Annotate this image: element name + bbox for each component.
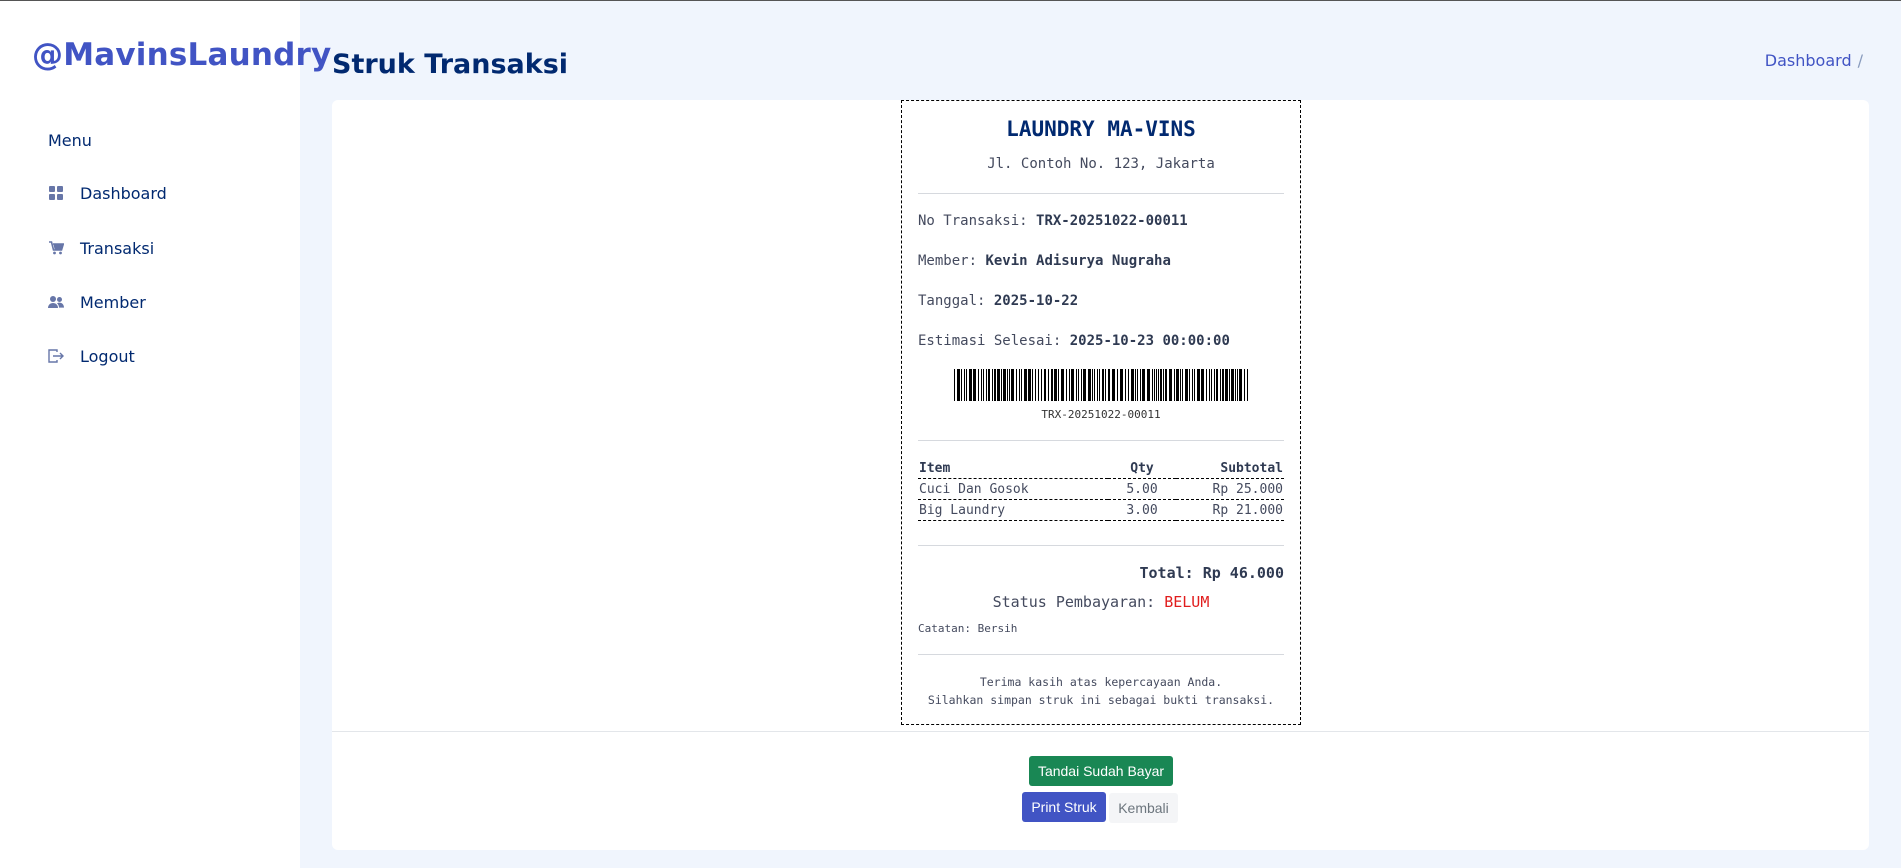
cell-item: Big Laundry (918, 499, 1108, 521)
grid-icon (48, 185, 64, 201)
sidebar-item-label: Member (80, 292, 146, 312)
brand-logo[interactable]: @MavinsLaundry (32, 37, 331, 73)
payment-status: Status Pembayaran: BELUM (902, 593, 1300, 611)
date-label: Tanggal: (918, 293, 986, 309)
column-header-item: Item (918, 459, 1108, 479)
breadcrumb-dashboard-link[interactable]: Dashboard (1765, 51, 1852, 70)
transaction-number: No Transaksi: TRX-20251022-00011 (918, 213, 1188, 229)
cell-subtotal: Rp 25.000 (1176, 478, 1284, 500)
sidebar-item-label: Transaksi (80, 238, 155, 258)
receipt-title: LAUNDRY MA-VINS (1006, 117, 1196, 141)
items-table: Item Qty Subtotal Cuci Dan Gosok 5.00 Rp… (918, 459, 1284, 521)
page-title: Struk Transaksi (332, 49, 569, 80)
table-row: Big Laundry 3.00 Rp 21.000 (918, 499, 1284, 521)
cell-qty: 5.00 (1108, 478, 1176, 500)
member-label: Member: (918, 253, 978, 269)
date: Tanggal: 2025-10-22 (918, 293, 1078, 309)
sidebar-item-transaksi[interactable]: Transaksi (48, 236, 154, 260)
column-header-qty: Qty (1108, 459, 1176, 479)
breadcrumb: Dashboard / (1765, 51, 1863, 70)
cell-subtotal: Rp 21.000 (1176, 499, 1284, 521)
receipt-address: Jl. Contoh No. 123, Jakarta (987, 156, 1215, 172)
menu-heading: Menu (48, 131, 92, 150)
back-button[interactable]: Kembali (1109, 793, 1178, 823)
logout-icon (48, 348, 64, 364)
thank-you-message: Terima kasih atas kepercayaan Anda. Sila… (902, 673, 1300, 709)
divider (918, 545, 1284, 546)
transaction-number-value: TRX-20251022-00011 (1036, 213, 1188, 229)
card-footer-divider (332, 731, 1869, 732)
sidebar-item-label: Dashboard (80, 183, 167, 203)
receipt: LAUNDRY MA-VINS Jl. Contoh No. 123, Jaka… (901, 100, 1301, 725)
divider (918, 193, 1284, 194)
people-icon (48, 294, 64, 310)
payment-status-badge: BELUM (1164, 593, 1210, 611)
receipt-card: LAUNDRY MA-VINS Jl. Contoh No. 123, Jaka… (332, 100, 1869, 850)
estimated-completion-value: 2025-10-23 00:00:00 (1069, 333, 1230, 349)
cell-qty: 3.00 (1108, 499, 1176, 521)
thank-you-line-2: Silahkan simpan struk ini sebagai bukti … (927, 693, 1275, 707)
sidebar-item-member[interactable]: Member (48, 290, 146, 314)
total: Total: Rp 46.000 (1139, 564, 1285, 582)
cell-item: Cuci Dan Gosok (918, 478, 1108, 500)
table-row: Cuci Dan Gosok 5.00 Rp 25.000 (918, 478, 1284, 500)
breadcrumb-separator: / (1857, 51, 1863, 70)
sidebar-item-dashboard[interactable]: Dashboard (48, 181, 167, 205)
barcode (954, 369, 1248, 401)
table-header-row: Item Qty Subtotal (918, 459, 1284, 479)
note: Catatan: Bersih (918, 622, 1018, 635)
sidebar-item-label: Logout (80, 346, 135, 366)
sidebar-item-logout[interactable]: Logout (48, 344, 135, 368)
divider (918, 654, 1284, 655)
mark-paid-button[interactable]: Tandai Sudah Bayar (1029, 756, 1173, 786)
estimated-completion: Estimasi Selesai: 2025-10-23 00:00:00 (918, 333, 1230, 349)
divider (918, 440, 1284, 441)
cart-icon (48, 240, 64, 256)
date-value: 2025-10-22 (993, 293, 1079, 309)
member-value: Kevin Adisurya Nugraha (985, 253, 1171, 269)
barcode-text: TRX-20251022-00011 (1041, 408, 1161, 421)
column-header-subtotal: Subtotal (1176, 459, 1284, 479)
thank-you-line-1: Terima kasih atas kepercayaan Anda. (979, 675, 1223, 689)
print-receipt-button[interactable]: Print Struk (1022, 792, 1106, 822)
member: Member: Kevin Adisurya Nugraha (918, 253, 1171, 269)
estimated-completion-label: Estimasi Selesai: (918, 333, 1062, 349)
payment-status-label: Status Pembayaran: (992, 593, 1156, 611)
transaction-number-label: No Transaksi: (918, 213, 1028, 229)
sidebar: @MavinsLaundry Menu Dashboard Transaksi … (0, 1, 331, 868)
